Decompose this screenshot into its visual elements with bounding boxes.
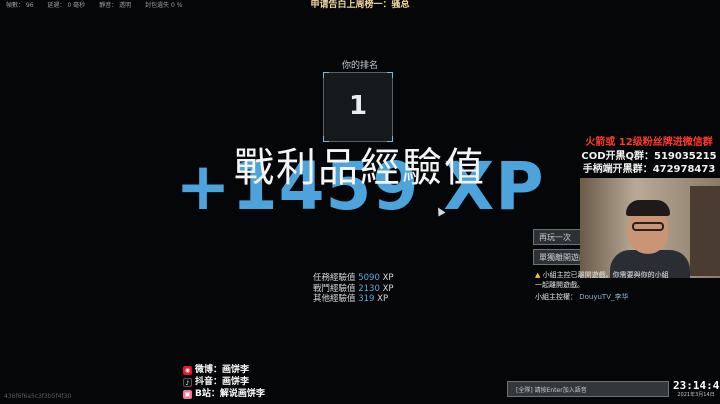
clock-date: 2021年3月14日	[677, 392, 715, 398]
fan-line: COD开黑Q群：519035215	[581, 150, 717, 162]
fan-line: 手柄端开黑群：472978473	[582, 164, 716, 175]
social-row-douyin: ♪ 抖音：画饼李	[183, 376, 265, 388]
douyin-icon: ♪	[183, 377, 192, 387]
rank-card: 1	[323, 72, 393, 142]
game-chat: ▲ 小組主控已離開遊戲。你需要與你的小組 一起離開遊戲。 小組主控權： Douy…	[535, 271, 705, 303]
glasses-icon	[632, 222, 664, 231]
webcam-shelf	[690, 186, 720, 276]
chat-input[interactable]: [全隊] 請按Enter加入語音	[507, 381, 669, 397]
xp-row-other: 其他經驗值 319 XP	[313, 294, 389, 304]
rank-label: 你的排名	[341, 61, 378, 71]
xp-breakdown: 任務經驗值 5090 XP 戰鬥經驗值 2130 XP 其他經驗值 319 XP	[313, 273, 394, 305]
chat-message-cont: 一起離開遊戲。	[535, 280, 584, 289]
rank-value: 1	[348, 91, 368, 121]
clock-time: 23:14:45	[673, 379, 720, 392]
xp-row-mission: 任務經驗值 5090 XP	[313, 273, 394, 283]
corner-mark	[387, 72, 393, 78]
streamer-hair	[626, 200, 670, 216]
webcam-feed	[580, 178, 720, 278]
weibo-icon: ◉	[183, 365, 192, 375]
stream-banner: 申请告白上周榜一：骚总	[310, 0, 410, 10]
chat-message: 小組主控權： DouyuTV_李华	[535, 293, 629, 301]
fan-group-info: 火箭或 12级粉丝牌进微信群 COD开黑Q群：519035215 手柄端开黑群：…	[578, 136, 720, 177]
social-links: ◉ 微博：画饼李 ♪ 抖音：画饼李 ▣ B站：解说画饼李	[183, 364, 265, 400]
warning-icon: ▲	[535, 271, 541, 279]
watermark-id: 436f6f6a5c3f3b5f4f30	[4, 393, 72, 400]
social-row-bilibili: ▣ B站：解说画饼李	[183, 389, 265, 399]
corner-mark	[323, 72, 329, 78]
chat-message: ▲ 小組主控已離開遊戲。你需要與你的小組	[535, 271, 669, 279]
fan-line: 火箭或 12级粉丝牌进微信群	[585, 137, 713, 148]
bilibili-icon: ▣	[183, 389, 192, 399]
clock: 23:14:45 2021年3月14日	[673, 379, 720, 399]
xp-row-combat: 戰鬥經驗值 2130 XP	[313, 283, 394, 294]
social-row-weibo: ◉ 微博：画饼李	[183, 365, 250, 375]
